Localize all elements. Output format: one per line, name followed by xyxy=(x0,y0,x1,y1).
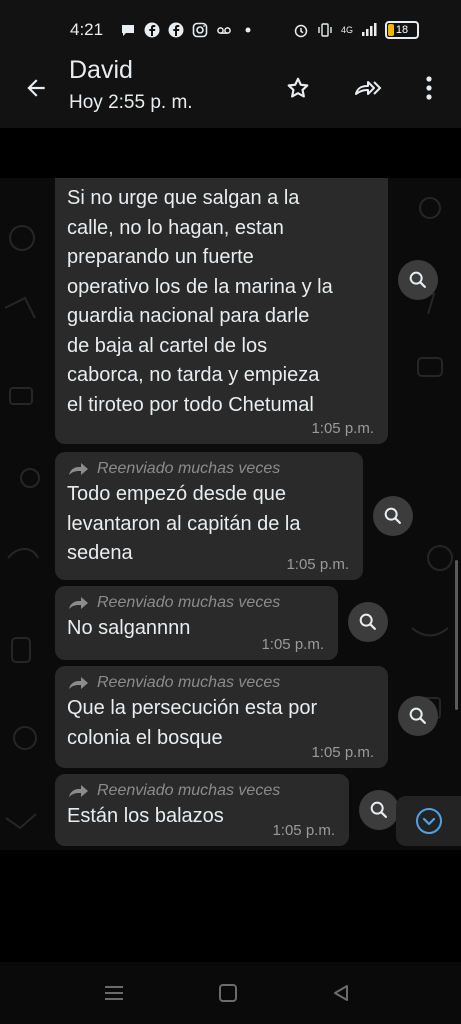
forwarded-icon xyxy=(69,785,88,797)
battery-level: 18 xyxy=(395,24,409,36)
system-navigation-bar xyxy=(0,962,461,1024)
forwarded-icon xyxy=(69,677,88,689)
message-bubble[interactable]: Reenviado muchas veces No salgannnn 1:05… xyxy=(55,586,338,660)
voicemail-icon xyxy=(217,27,231,34)
notification-icons xyxy=(120,22,256,38)
facebook-icon xyxy=(144,22,160,38)
message-time: 1:05 p.m. xyxy=(311,744,374,761)
forwarded-text: Reenviado muchas veces xyxy=(97,460,281,477)
forwarded-label: Reenviado muchas veces xyxy=(67,672,376,694)
search-icon xyxy=(409,271,426,288)
forwarded-text: Reenviado muchas veces xyxy=(97,594,281,611)
search-web-button[interactable] xyxy=(348,602,388,642)
menu-icon xyxy=(105,986,123,1000)
forwarded-label: Reenviado muchas veces xyxy=(67,458,351,480)
search-icon xyxy=(384,507,401,524)
message-time: 1:05 p.m. xyxy=(261,636,324,653)
chat-bubble-icon xyxy=(122,25,134,36)
message-bubble[interactable]: Reenviado muchas veces Que la persecució… xyxy=(55,666,388,768)
chat-header: David Hoy 2:55 p. m. xyxy=(0,48,461,128)
chat-area[interactable]: Si no urge que salgan a la calle, no lo … xyxy=(0,178,461,850)
more-vertical-icon xyxy=(426,76,432,100)
forward-icon xyxy=(355,81,382,95)
message-text: Si no urge que salgan a la calle, no lo … xyxy=(67,187,333,416)
chevron-down-circle-icon xyxy=(415,808,442,834)
search-web-button[interactable] xyxy=(398,696,438,736)
star-button[interactable] xyxy=(280,70,316,106)
search-icon xyxy=(359,613,376,630)
forwarded-label: Reenviado muchas veces xyxy=(67,592,326,614)
instagram-icon xyxy=(192,22,208,38)
search-web-button[interactable] xyxy=(398,260,438,300)
forwarded-text: Reenviado muchas veces xyxy=(97,674,281,691)
back-button[interactable] xyxy=(18,70,54,106)
forwarded-label: Reenviado muchas veces xyxy=(67,780,337,802)
more-options-button[interactable] xyxy=(411,70,447,106)
chat-top-gap xyxy=(0,128,461,178)
message-bubble[interactable]: Si no urge que salgan a la calle, no lo … xyxy=(55,178,388,444)
network-type: 4G xyxy=(340,25,353,35)
chat-bottom-area xyxy=(0,850,461,962)
message-time: 1:05 p.m. xyxy=(286,556,349,573)
triangle-back-icon xyxy=(334,985,348,1001)
scroll-to-bottom-button[interactable] xyxy=(396,796,461,846)
home-button[interactable] xyxy=(215,980,241,1006)
alarm-icon xyxy=(294,24,308,38)
message-time: 1:05 p.m. xyxy=(311,420,374,437)
facebook-icon xyxy=(168,22,184,38)
system-status-icons: 4G 18 xyxy=(293,21,419,39)
star-icon xyxy=(287,77,309,98)
search-web-button[interactable] xyxy=(359,790,399,830)
battery-icon: 18 xyxy=(385,21,419,39)
recents-button[interactable] xyxy=(101,980,127,1006)
status-time: 4:21 xyxy=(70,20,104,39)
scrollbar[interactable] xyxy=(455,560,458,710)
search-icon xyxy=(370,801,387,818)
back-nav-button[interactable] xyxy=(328,980,354,1006)
dot-icon xyxy=(245,27,251,33)
forwarded-icon xyxy=(69,463,88,475)
arrow-left-icon xyxy=(27,79,45,97)
square-icon xyxy=(219,984,237,1002)
message-bubble[interactable]: Reenviado muchas veces Todo empezó desde… xyxy=(55,452,363,580)
message-bubble[interactable]: Reenviado muchas veces Están los balazos… xyxy=(55,774,349,846)
search-icon xyxy=(409,707,426,724)
forward-button[interactable] xyxy=(350,70,386,106)
contact-name[interactable]: David xyxy=(69,56,133,85)
search-web-button[interactable] xyxy=(373,496,413,536)
message-time: 1:05 p.m. xyxy=(272,822,335,839)
forwarded-icon xyxy=(69,597,88,609)
signal-icon xyxy=(362,23,377,36)
forwarded-text: Reenviado muchas veces xyxy=(97,782,281,799)
vibrate-icon xyxy=(318,23,332,37)
last-seen: Hoy 2:55 p. m. xyxy=(69,92,193,113)
